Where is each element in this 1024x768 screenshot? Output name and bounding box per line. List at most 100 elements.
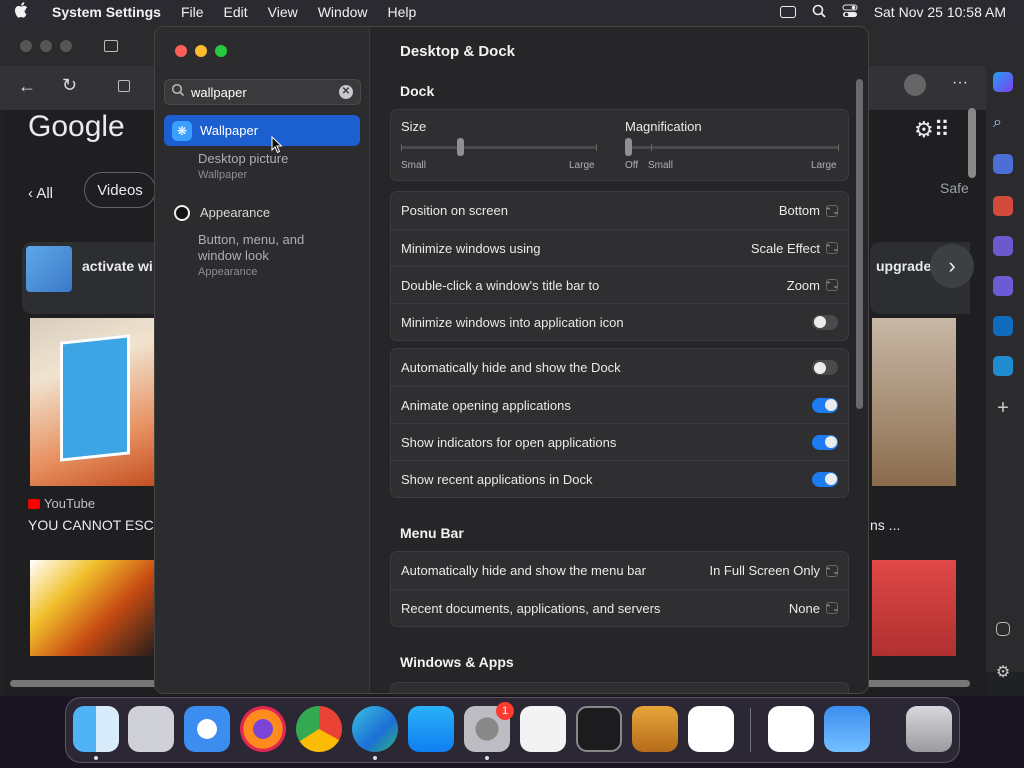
show-recent-apps-toggle[interactable]	[812, 471, 838, 487]
zoom-window-button[interactable]	[215, 45, 227, 57]
autohide-menubar-popup[interactable]: In Full Screen Only ⌃⌄	[709, 563, 839, 578]
windows-apps-group	[390, 682, 849, 693]
chrome-icon[interactable]	[296, 706, 342, 752]
minimize-window-button[interactable]	[195, 45, 207, 57]
video-thumbnail-2[interactable]	[30, 560, 160, 656]
vscode-icon[interactable]	[688, 706, 734, 752]
zoom-dim-icon[interactable]	[60, 40, 72, 52]
settings-scrollbar[interactable]	[856, 79, 863, 409]
video-thumbnail-right-2[interactable]	[872, 560, 956, 656]
profile-avatar[interactable]	[904, 74, 926, 96]
settings-apps-icon[interactable]: ⚙⠿	[914, 117, 950, 143]
google-logo[interactable]: Google	[28, 110, 125, 144]
finder-icon[interactable]	[73, 706, 119, 752]
popup-value: Scale Effect	[750, 240, 820, 256]
suggestion-card[interactable]: activate wi	[22, 242, 162, 314]
sidebar-toggle-icon[interactable]	[996, 622, 1010, 636]
sidebar-item-appearance[interactable]: Appearance	[164, 197, 360, 228]
screen-mirroring-icon[interactable]	[779, 6, 796, 18]
menu-window[interactable]: Window	[318, 4, 368, 20]
firefox-icon[interactable]	[240, 706, 286, 752]
clear-search-icon[interactable]: ✕	[339, 85, 353, 99]
tab-all[interactable]: ‹ All	[28, 185, 53, 202]
more-menu-icon[interactable]: ···	[952, 74, 968, 92]
tools-icon[interactable]	[993, 196, 1013, 216]
terminal-icon[interactable]	[576, 706, 622, 752]
mouse-cursor-icon	[271, 135, 283, 159]
minimize-into-app-icon-toggle[interactable]	[812, 314, 838, 330]
row-label: Animate opening applications	[401, 397, 571, 413]
minimize-effect-popup[interactable]: Scale Effect ⌃⌄	[750, 240, 840, 256]
double-click-popup[interactable]: Zoom ⌃⌄	[787, 278, 840, 293]
recent-documents-popup[interactable]: None ⌃⌄	[789, 601, 840, 616]
position-popup[interactable]: Bottom ⌃⌄	[779, 203, 840, 218]
shopping-icon[interactable]	[993, 154, 1013, 174]
magnification-slider-track[interactable]	[625, 146, 839, 149]
visual-studio-icon[interactable]	[768, 706, 814, 752]
system-settings-window: ✕ ❋ Wallpaper Desktop picture Wallpaper …	[154, 26, 869, 694]
result-title: Button, menu, and window look	[198, 232, 305, 263]
page-title: Desktop & Dock	[400, 43, 516, 60]
close-dim-icon[interactable]	[20, 40, 32, 52]
position-on-screen-row: Position on screen Bottom ⌃⌄	[391, 192, 848, 229]
close-window-button[interactable]	[175, 45, 187, 57]
games-icon[interactable]	[993, 236, 1013, 256]
copilot-icon[interactable]	[993, 72, 1013, 92]
edge-icon[interactable]	[352, 706, 398, 752]
drop-icon[interactable]	[993, 356, 1013, 376]
tab-videos[interactable]: Videos	[84, 172, 156, 208]
safesearch-label[interactable]: Safe	[940, 180, 969, 196]
gear-icon[interactable]: ⚙	[993, 662, 1013, 682]
sidebar-item-wallpaper[interactable]: ❋ Wallpaper	[164, 115, 360, 146]
search-field[interactable]: ✕	[164, 79, 361, 105]
menu-view[interactable]: View	[268, 4, 298, 20]
size-slider-thumb[interactable]	[456, 138, 464, 156]
row-label: Automatically hide and show the Dock	[401, 360, 621, 375]
safari-icon[interactable]	[184, 706, 230, 752]
apple-icon[interactable]	[14, 2, 38, 22]
app-menu[interactable]: System Settings	[52, 4, 161, 20]
menu-help[interactable]: Help	[388, 4, 417, 20]
tick	[596, 144, 597, 151]
row-label: Double-click a window's title bar to	[401, 277, 600, 293]
page-scrollbar[interactable]	[968, 108, 976, 178]
menu-edit[interactable]: Edit	[224, 4, 248, 20]
minimize-dim-icon[interactable]	[40, 40, 52, 52]
video-thumbnail-right[interactable]	[872, 318, 956, 486]
size-slider-track[interactable]	[401, 146, 596, 149]
reload-icon[interactable]: ↻	[62, 75, 77, 96]
garageband-icon[interactable]	[632, 706, 678, 752]
search-sidebar-icon[interactable]: ⌕	[993, 114, 1013, 134]
magnification-slider-thumb[interactable]	[625, 138, 632, 156]
search-icon	[171, 83, 185, 97]
search-input[interactable]	[191, 83, 331, 101]
magnification-min-label: Small	[648, 160, 674, 171]
outlook-icon[interactable]	[993, 316, 1013, 336]
dock-sliders: Size Small Large Magnification Off Small…	[390, 109, 849, 181]
menu-file[interactable]: File	[181, 4, 204, 20]
next-arrow-button[interactable]: ›	[930, 244, 974, 288]
office-icon[interactable]	[993, 276, 1013, 296]
video-thumbnail[interactable]	[30, 318, 160, 486]
search-result-button-menu[interactable]: Button, menu, and window look Appearance	[198, 232, 328, 280]
add-icon[interactable]: +	[993, 398, 1013, 418]
trash-icon[interactable]	[906, 706, 952, 752]
animate-opening-toggle[interactable]	[812, 397, 838, 413]
windows-logo-image	[60, 334, 130, 462]
section-windows-apps: Windows & Apps	[400, 654, 514, 670]
chevron-updown-icon: ⌃⌄	[824, 204, 840, 217]
back-icon[interactable]: ←	[18, 76, 36, 97]
textedit-icon[interactable]	[520, 706, 566, 752]
row-label: Position on screen	[401, 203, 508, 218]
spotlight-icon[interactable]	[812, 4, 826, 21]
launchpad-icon[interactable]	[128, 706, 174, 752]
video-title[interactable]: YOU CANNOT ESCA	[28, 517, 163, 533]
show-indicators-toggle[interactable]	[812, 434, 838, 450]
control-center-icon[interactable]	[842, 4, 858, 21]
autohide-dock-toggle[interactable]	[812, 360, 838, 375]
weather-icon[interactable]	[824, 706, 870, 752]
clock[interactable]: Sat Nov 25 10:58 AM	[874, 4, 1006, 20]
tab-actions-icon[interactable]	[104, 40, 118, 52]
video-title-right[interactable]: ns ...	[870, 517, 900, 533]
app-store-icon[interactable]	[408, 706, 454, 752]
